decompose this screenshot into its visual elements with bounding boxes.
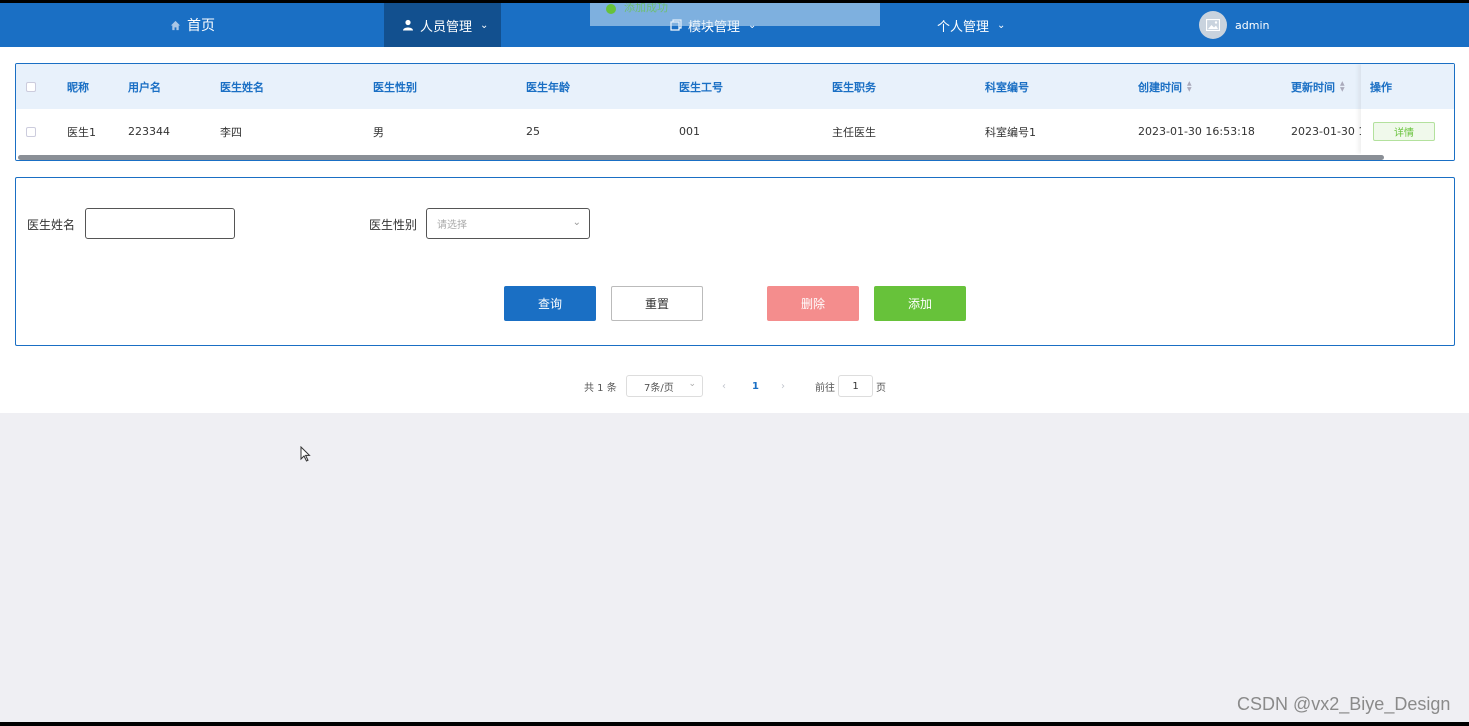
check-circle-icon bbox=[606, 4, 616, 14]
col-created-time[interactable]: 创建时间 ▲ ▼ bbox=[1138, 64, 1192, 109]
query-button[interactable]: 查询 bbox=[504, 286, 596, 321]
pagination-total: 共 1 条 bbox=[584, 382, 617, 394]
detail-button[interactable]: 详情 bbox=[1373, 122, 1435, 141]
nav-home-label: 首页 bbox=[187, 18, 215, 34]
col-doctor-title: 医生职务 bbox=[832, 80, 876, 94]
success-toast: 添加成功 bbox=[590, 3, 880, 26]
cell-nickname: 医生1 bbox=[67, 125, 96, 139]
col-username: 用户名 bbox=[128, 80, 161, 94]
page-background bbox=[0, 413, 1469, 722]
cell-doctor-gender: 男 bbox=[373, 125, 384, 139]
col-dept-code: 科室编号 bbox=[985, 80, 1029, 94]
prev-page-button[interactable]: ‹ bbox=[722, 375, 726, 397]
delete-button[interactable]: 删除 bbox=[767, 286, 859, 321]
col-nickname: 昵称 bbox=[67, 80, 89, 94]
bottom-border bbox=[0, 722, 1469, 726]
col-updated-time[interactable]: 更新时间 ▲ ▼ bbox=[1291, 64, 1345, 109]
doctor-name-input[interactable] bbox=[85, 208, 235, 239]
cell-username: 223344 bbox=[128, 125, 170, 138]
main-content: 昵称 用户名 医生姓名 医生性别 医生年龄 医生工号 医生职务 科室编号 创建时… bbox=[0, 47, 1469, 413]
nav-personal-menu[interactable]: 个人管理 ⌄ bbox=[937, 3, 1005, 47]
col-action: 操作 bbox=[1361, 64, 1454, 109]
col-doctor-name: 医生姓名 bbox=[220, 80, 264, 94]
goto-page-input[interactable]: 1 bbox=[838, 375, 873, 397]
avatar bbox=[1199, 11, 1227, 39]
mouse-cursor-icon bbox=[300, 446, 311, 462]
col-doctor-id: 医生工号 bbox=[679, 80, 723, 94]
user-menu[interactable]: admin bbox=[1199, 3, 1269, 47]
gender-placeholder: 请选择 bbox=[437, 220, 467, 231]
watermark: CSDN @vx2_Biye_Design bbox=[1237, 694, 1451, 714]
home-icon bbox=[170, 20, 181, 30]
cell-created-time: 2023-01-30 16:53:18 bbox=[1138, 125, 1255, 138]
nav-personnel-menu[interactable]: 人员管理 ⌄ bbox=[384, 3, 501, 47]
sort-icon[interactable]: ▲ ▼ bbox=[1340, 80, 1345, 93]
chevron-down-icon: ⌄ bbox=[997, 19, 1006, 31]
chevron-down-icon: ⌄ bbox=[688, 379, 696, 389]
add-button[interactable]: 添加 bbox=[874, 286, 966, 321]
cell-dept-code: 科室编号1 bbox=[985, 125, 1036, 139]
reset-button[interactable]: 重置 bbox=[611, 286, 703, 321]
sort-icon[interactable]: ▲ ▼ bbox=[1187, 80, 1192, 93]
nav-personnel-label: 人员管理 bbox=[420, 19, 473, 35]
cell-doctor-name: 李四 bbox=[220, 125, 242, 139]
goto-suffix: 页 bbox=[876, 382, 886, 394]
cell-doctor-title: 主任医生 bbox=[832, 125, 876, 139]
table-row: 医生1 223344 李四 男 25 001 主任医生 科室编号1 2023-0… bbox=[16, 109, 1454, 154]
username-label: admin bbox=[1235, 18, 1270, 32]
scrollbar-thumb[interactable] bbox=[18, 155, 1384, 160]
doctor-gender-select[interactable]: 请选择 ⌄ bbox=[426, 208, 590, 239]
chevron-right-icon: › bbox=[781, 380, 785, 392]
chevron-down-icon: ⌄ bbox=[572, 217, 581, 228]
page-number-current[interactable]: 1 bbox=[752, 375, 759, 397]
doctor-name-label: 医生姓名 bbox=[27, 218, 76, 232]
chevron-down-icon: ⌄ bbox=[480, 19, 489, 31]
search-form: 医生姓名 医生性别 请选择 ⌄ 查询 重置 删除 添加 bbox=[15, 177, 1455, 346]
col-doctor-age: 医生年龄 bbox=[526, 80, 570, 94]
select-all-checkbox[interactable] bbox=[26, 64, 36, 109]
next-page-button[interactable]: › bbox=[781, 375, 785, 397]
table-header: 昵称 用户名 医生姓名 医生性别 医生年龄 医生工号 医生职务 科室编号 创建时… bbox=[16, 64, 1454, 109]
doctor-gender-label: 医生性别 bbox=[369, 218, 418, 232]
col-updated-label: 更新时间 bbox=[1291, 80, 1335, 94]
nav-personal-label: 个人管理 bbox=[937, 19, 990, 35]
cell-doctor-age: 25 bbox=[526, 125, 540, 138]
nav-home[interactable]: 首页 bbox=[170, 3, 215, 47]
user-icon bbox=[403, 19, 413, 31]
toast-message: 添加成功 bbox=[624, 3, 668, 14]
doctor-table: 昵称 用户名 医生姓名 医生性别 医生年龄 医生工号 医生职务 科室编号 创建时… bbox=[15, 63, 1455, 161]
page-size-select[interactable]: 7条/页 ⌄ bbox=[626, 375, 703, 397]
col-created-label: 创建时间 bbox=[1138, 80, 1182, 94]
action-column: 操作 详情 bbox=[1361, 64, 1454, 154]
page-size-value: 7条/页 bbox=[644, 382, 674, 394]
row-checkbox[interactable] bbox=[26, 109, 36, 154]
goto-prefix: 前往 bbox=[815, 382, 835, 394]
chevron-left-icon: ‹ bbox=[722, 380, 726, 392]
col-doctor-gender: 医生性别 bbox=[373, 80, 417, 94]
image-icon bbox=[1206, 19, 1220, 31]
cell-doctor-id: 001 bbox=[679, 125, 700, 138]
horizontal-scrollbar[interactable] bbox=[16, 154, 1454, 160]
